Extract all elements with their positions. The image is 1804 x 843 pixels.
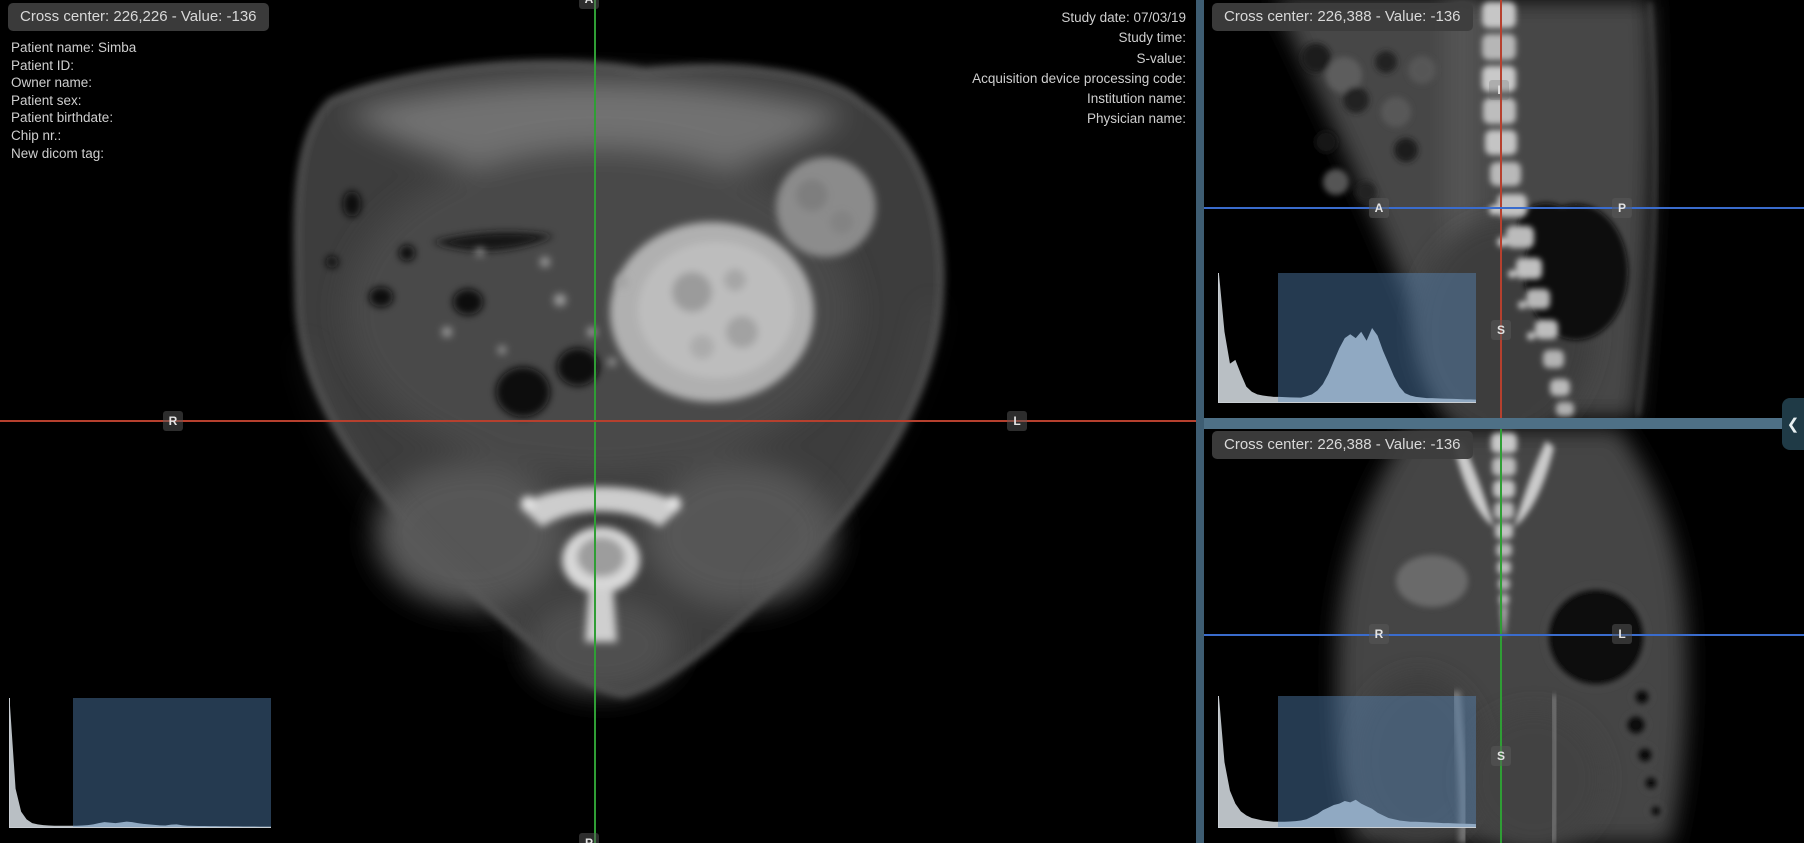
study-date: Study date: 07/03/19 (972, 8, 1186, 28)
window-level-histogram[interactable] (1218, 273, 1476, 403)
orientation-marker-inferior: I (1489, 80, 1509, 100)
histogram-window-selection[interactable] (73, 698, 271, 827)
crosshair-vertical-line[interactable] (1500, 429, 1502, 843)
patient-info-block: Patient name: Simba Patient ID: Owner na… (11, 39, 136, 162)
chip-nr: Chip nr.: (11, 127, 136, 145)
orientation-marker-left: L (1007, 411, 1027, 431)
patient-birthdate: Patient birthdate: (11, 109, 136, 127)
crosshair-vertical-line[interactable] (1500, 0, 1502, 418)
window-level-histogram[interactable] (1218, 696, 1476, 828)
physician-name: Physician name: (972, 109, 1186, 129)
axial-view-panel[interactable]: R L A P Cross center: 226,226 - Value: -… (0, 0, 1196, 843)
orientation-marker-posterior: P (1612, 198, 1632, 218)
s-value: S-value: (972, 49, 1186, 69)
institution-name: Institution name: (972, 89, 1186, 109)
orientation-marker-left: L (1612, 624, 1632, 644)
crosshair-horizontal-line[interactable] (1204, 634, 1804, 636)
patient-sex: Patient sex: (11, 92, 136, 110)
histogram-window-selection[interactable] (1278, 273, 1476, 402)
owner-name: Owner name: (11, 74, 136, 92)
cross-center-readout: Cross center: 226,388 - Value: -136 (1212, 3, 1473, 31)
orientation-marker-right: R (1369, 624, 1389, 644)
orientation-marker-top: A (579, 0, 599, 9)
orientation-marker-superior: S (1491, 746, 1511, 766)
orientation-marker-superior: S (1491, 320, 1511, 340)
orientation-marker-bottom: P (579, 833, 599, 843)
cross-center-readout: Cross center: 226,226 - Value: -136 (8, 3, 269, 31)
cross-center-readout: Cross center: 226,388 - Value: -136 (1212, 431, 1473, 459)
patient-name: Patient name: Simba (11, 39, 136, 57)
orientation-marker-anterior: A (1369, 198, 1389, 218)
crosshair-horizontal-line[interactable] (1204, 207, 1804, 209)
study-info-block: Study date: 07/03/19 Study time: S-value… (972, 8, 1186, 130)
histogram-window-selection[interactable] (1278, 696, 1476, 827)
study-time: Study time: (972, 28, 1186, 48)
coronal-view-panel[interactable]: R L S Cross center: 226,388 - Value: -13… (1204, 429, 1804, 843)
panel-divider-horizontal[interactable] (1204, 418, 1804, 429)
patient-id: Patient ID: (11, 57, 136, 75)
orientation-marker-right: R (163, 411, 183, 431)
collapse-sidebar-tab[interactable]: ❮ (1782, 398, 1804, 450)
new-dicom-tag: New dicom tag: (11, 145, 136, 163)
chevron-left-icon: ❮ (1787, 415, 1800, 433)
sagittal-view-panel[interactable]: A P I S Cross center: 226,388 - Value: -… (1204, 0, 1804, 418)
panel-divider-vertical[interactable] (1196, 0, 1204, 843)
window-level-histogram[interactable] (9, 698, 271, 828)
acquisition-device-processing-code: Acquisition device processing code: (972, 69, 1186, 89)
